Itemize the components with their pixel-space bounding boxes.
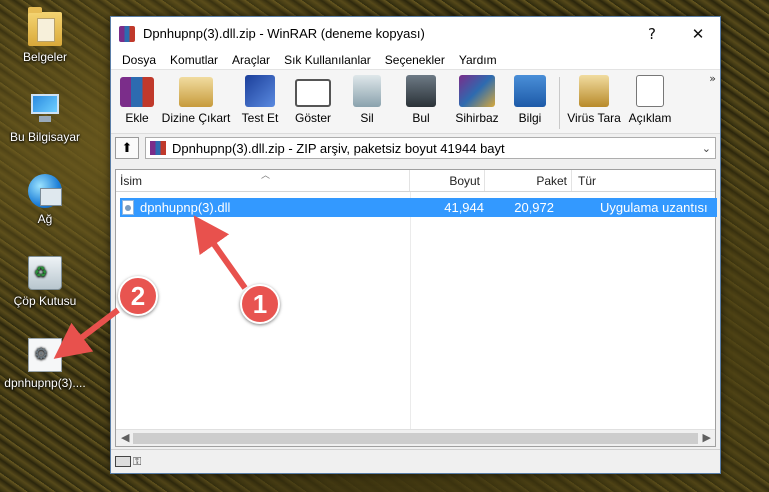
- extract-button[interactable]: Dizine Çıkart: [159, 73, 233, 125]
- up-folder-button[interactable]: ⬆: [115, 137, 139, 159]
- desktop-icon-label: dpnhupnp(3)....: [4, 376, 86, 390]
- toolbar-overflow-icon[interactable]: »: [709, 72, 716, 85]
- column-size[interactable]: Boyut: [410, 170, 485, 191]
- path-text: Dpnhupnp(3).dll.zip - ZIP arşiv, paketsi…: [172, 140, 505, 156]
- zip-archive-icon: [150, 141, 166, 155]
- file-type: Uygulama uzantısı: [600, 200, 708, 215]
- wizard-icon: [459, 75, 495, 107]
- sort-arrow-icon: ︿: [261, 171, 271, 181]
- menu-help[interactable]: Yardım: [452, 53, 504, 67]
- dll-file-icon: [122, 200, 134, 215]
- desktop-icon-network[interactable]: Ağ: [0, 174, 90, 226]
- dll-file-icon: [28, 338, 62, 372]
- drive-icon: [115, 456, 131, 467]
- help-button[interactable]: ?: [629, 17, 675, 50]
- desktop-icon-label: Bu Bilgisayar: [9, 130, 81, 144]
- close-button[interactable]: ✕: [675, 17, 721, 50]
- delete-button[interactable]: Sil: [341, 73, 393, 125]
- file-name: dpnhupnp(3).dll: [140, 200, 231, 215]
- file-packed: 20,972: [514, 200, 554, 215]
- title-bar[interactable]: Dpnhupnp(3).dll.zip - WinRAR (deneme kop…: [111, 17, 720, 50]
- find-icon: [406, 75, 436, 107]
- menu-commands[interactable]: Komutlar: [163, 53, 225, 67]
- winrar-window: Dpnhupnp(3).dll.zip - WinRAR (deneme kop…: [110, 16, 721, 474]
- wizard-button[interactable]: Sihirbaz: [449, 73, 505, 125]
- scroll-left-icon[interactable]: ◀: [121, 431, 129, 444]
- comment-button[interactable]: Açıklam: [624, 73, 676, 125]
- path-bar: ⬆ Dpnhupnp(3).dll.zip - ZIP arşiv, paket…: [111, 134, 720, 162]
- virus-scan-icon: [579, 75, 609, 107]
- column-divider: [410, 192, 411, 429]
- menu-tools[interactable]: Araçlar: [225, 53, 277, 67]
- menu-file[interactable]: Dosya: [115, 53, 163, 67]
- up-arrow-icon: ⬆: [121, 140, 133, 156]
- menu-favorites[interactable]: Sık Kullanılanlar: [277, 53, 378, 67]
- toolbar: Ekle Dizine Çıkart Test Et Göster Sil Bu…: [111, 70, 720, 134]
- step-badge-2: 2: [118, 276, 158, 316]
- desktop-icon-label: Çöp Kutusu: [13, 294, 77, 308]
- desktop-icon-label: Belgeler: [22, 50, 68, 64]
- info-icon: [514, 75, 546, 107]
- file-size: 41,944: [444, 200, 484, 215]
- toolbar-separator: [559, 77, 560, 129]
- info-button[interactable]: Bilgi: [507, 73, 553, 125]
- comment-icon: [636, 75, 664, 107]
- step-badge-1: 1: [240, 284, 280, 324]
- desktop-icon-recycle-bin[interactable]: Çöp Kutusu: [0, 256, 90, 308]
- add-icon: [120, 77, 154, 107]
- scrollbar-thumb[interactable]: [133, 433, 698, 444]
- desktop-icon-dll-file[interactable]: dpnhupnp(3)....: [0, 338, 90, 390]
- menu-bar: Dosya Komutlar Araçlar Sık Kullanılanlar…: [111, 50, 720, 70]
- computer-icon: [28, 92, 62, 126]
- delete-icon: [353, 75, 381, 107]
- add-button[interactable]: Ekle: [117, 73, 157, 125]
- virus-scan-button[interactable]: Virüs Tara: [566, 73, 622, 125]
- column-header: ︿ İsim Boyut Paket Tür: [116, 170, 715, 192]
- recycle-bin-icon: [28, 256, 62, 290]
- status-bar: ⚿: [111, 449, 720, 473]
- view-icon: [295, 79, 331, 107]
- network-icon: [28, 174, 62, 208]
- desktop-icon-this-pc[interactable]: Bu Bilgisayar: [0, 92, 90, 144]
- table-row[interactable]: dpnhupnp(3).dll 41,944 20,972 Uygulama u…: [120, 198, 717, 217]
- chevron-down-icon: ⌄: [701, 141, 711, 155]
- test-button[interactable]: Test Et: [235, 73, 285, 125]
- desktop-icon-label: Ağ: [37, 212, 53, 226]
- extract-icon: [179, 77, 213, 107]
- window-title: Dpnhupnp(3).dll.zip - WinRAR (deneme kop…: [143, 26, 425, 41]
- key-icon: ⚿: [133, 454, 142, 468]
- file-list: ︿ İsim Boyut Paket Tür dpnhupnp(3).dll 4…: [115, 169, 717, 447]
- scroll-right-icon[interactable]: ▶: [703, 431, 711, 444]
- path-dropdown[interactable]: Dpnhupnp(3).dll.zip - ZIP arşiv, paketsi…: [145, 137, 716, 159]
- menu-options[interactable]: Seçenekler: [378, 53, 452, 67]
- test-icon: [245, 75, 275, 107]
- column-packed[interactable]: Paket: [485, 170, 572, 191]
- desktop-icon-documents[interactable]: Belgeler: [0, 7, 90, 64]
- folder-icon: [28, 7, 62, 46]
- column-type[interactable]: Tür: [572, 170, 715, 191]
- view-button[interactable]: Göster: [287, 73, 339, 125]
- winrar-icon: [119, 25, 135, 42]
- horizontal-scrollbar[interactable]: ◀ ▶: [116, 429, 715, 446]
- find-button[interactable]: Bul: [395, 73, 447, 125]
